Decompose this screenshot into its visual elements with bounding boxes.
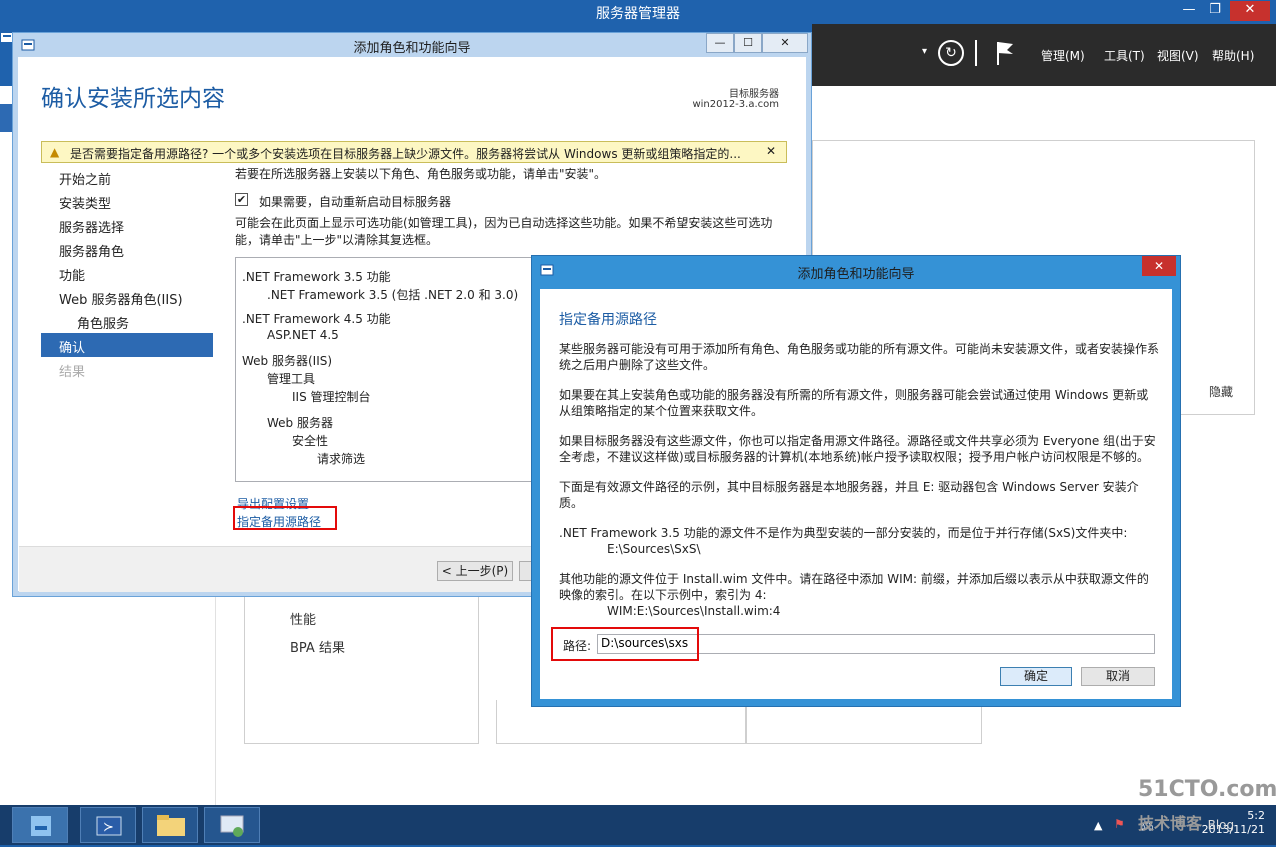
warning-close-icon[interactable]: ✕	[766, 144, 776, 158]
wim-description: 其他功能的源文件位于 Install.wim 文件中。请在路径中添加 WIM: …	[559, 572, 1149, 602]
tile-item-performance[interactable]: 性能	[290, 609, 316, 628]
dialog-paragraph: 某些服务器可能没有可用于添加所有角色、角色服务或功能的所有源文件。可能尚未安装源…	[559, 342, 1160, 372]
menu-help[interactable]: 帮助(H)	[1212, 47, 1254, 64]
step-role-services[interactable]: 角色服务	[77, 313, 129, 332]
feature-item: IIS 管理控制台	[292, 390, 371, 404]
dialog-paragraph: 下面是有效源文件路径的示例，其中目标服务器是本地服务器，并且 E: 驱动器包含 …	[559, 480, 1139, 510]
wizard-title: 添加角色和功能向导	[353, 41, 471, 56]
wizard-close-button[interactable]: ✕	[762, 33, 808, 53]
menu-view[interactable]: 视图(V)	[1157, 47, 1199, 64]
restart-checkbox[interactable]: ✔	[235, 193, 248, 206]
previous-button[interactable]: < 上一步(P)	[437, 561, 513, 581]
menu-tools[interactable]: 工具(T)	[1104, 47, 1145, 64]
feature-item: ASP.NET 4.5	[267, 328, 339, 342]
dialog-paragraph: .NET Framework 3.5 功能的源文件不是作为典型安装的一部分安装的…	[559, 525, 1159, 557]
wim-path-example: WIM:E:\Sources\Install.wim:4	[607, 604, 781, 618]
notifications-flag-icon[interactable]	[995, 40, 1015, 69]
dialog-paragraph: 其他功能的源文件位于 Install.wim 文件中。请在路径中添加 WIM: …	[559, 571, 1159, 619]
step-confirmation[interactable]: 确认	[59, 337, 85, 356]
dialog-heading: 指定备用源路径	[559, 312, 657, 328]
menu-manage[interactable]: 管理(M)	[1041, 47, 1085, 64]
tray-expand-icon[interactable]: ▲	[1094, 819, 1102, 832]
feature-item: Web 服务器	[267, 416, 333, 430]
ok-button[interactable]: 确定	[1000, 667, 1072, 686]
hide-link[interactable]: 隐藏	[1209, 383, 1233, 400]
highlight-box	[233, 506, 337, 530]
close-button[interactable]: ✕	[1230, 1, 1270, 21]
target-server-name: win2012-3.a.com	[692, 99, 779, 110]
minimize-button[interactable]: —	[1176, 1, 1202, 21]
feature-item: .NET Framework 4.5 功能	[242, 312, 391, 326]
restore-button[interactable]: ❐	[1202, 1, 1228, 21]
dialog-paragraph: 如果目标服务器没有这些源文件，你也可以指定备用源文件路径。源路径或文件共享必须为…	[559, 434, 1156, 464]
refresh-icon[interactable]: ↻	[938, 40, 964, 66]
step-server-roles[interactable]: 服务器角色	[59, 241, 124, 260]
dialog-close-button[interactable]: ✕	[1142, 256, 1176, 276]
dialog-content: 指定备用源路径 某些服务器可能没有可用于添加所有角色、角色服务或功能的所有源文件…	[540, 289, 1172, 699]
taskbar-powershell-icon[interactable]: ≻	[80, 807, 136, 843]
svg-text:≻: ≻	[103, 820, 114, 835]
taskbar: ≻ ▲ ⚑ 🖧 5:2 2013/11/21	[0, 805, 1276, 845]
sxs-description: .NET Framework 3.5 功能的源文件不是作为典型安装的一部分安装的…	[559, 526, 1128, 540]
wizard-minimize-button[interactable]: —	[706, 33, 734, 53]
optional-features-note: 可能会在此页面上显示可选功能(如管理工具)，因为已自动选择这些功能。如果不希望安…	[235, 216, 773, 247]
warning-text[interactable]: 是否需要指定备用源路径? 一个或多个安装选项在目标服务器上缺少源文件。服务器将尝…	[70, 145, 760, 162]
alternate-source-dialog: 添加角色和功能向导 ✕ 指定备用源路径 某些服务器可能没有可用于添加所有角色、角…	[531, 255, 1181, 707]
step-installation-type[interactable]: 安装类型	[59, 193, 111, 212]
taskbar-network-icon[interactable]	[204, 807, 260, 843]
nav-selected-indicator	[0, 104, 12, 132]
server-manager-title: 服务器管理器	[596, 6, 680, 22]
tray-action-center-icon[interactable]: ⚑	[1114, 817, 1125, 831]
target-server-label: 目标服务器	[729, 89, 779, 100]
step-results: 结果	[59, 365, 86, 380]
step-web-server-role[interactable]: Web 服务器角色(IIS)	[59, 289, 183, 308]
feature-item: 管理工具	[267, 372, 316, 386]
dashboard-tile-lower: 性能 BPA 结果	[244, 596, 479, 744]
wizard-titlebar: 添加角色和功能向导 — ☐ ✕	[13, 33, 811, 57]
server-manager-titlebar: 服务器管理器 — ❐ ✕	[0, 0, 1276, 24]
feature-item: .NET Framework 3.5 功能	[242, 270, 391, 284]
taskbar-explorer-icon[interactable]	[142, 807, 198, 843]
install-intro-text: 若要在所选服务器上安装以下角色、角色服务或功能，请单击"安装"。	[235, 167, 607, 181]
watermark-blog: Blog	[1207, 818, 1235, 832]
warning-bar: ▲ 是否需要指定备用源路径? 一个或多个安装选项在目标服务器上缺少源文件。服务器…	[41, 141, 787, 163]
sxs-path-example: E:\Sources\SxS\	[607, 542, 701, 556]
taskbar-server-manager-icon[interactable]	[12, 807, 68, 843]
feature-item: .NET Framework 3.5 (包括 .NET 2.0 和 3.0)	[267, 288, 519, 302]
step-server-selection[interactable]: 服务器选择	[59, 217, 124, 236]
highlight-box	[551, 627, 699, 661]
dialog-title: 添加角色和功能向导	[797, 267, 915, 282]
step-before-you-begin[interactable]: 开始之前	[59, 169, 111, 188]
watermark-subtitle: 技术博客 Blog	[1138, 810, 1234, 834]
feature-item: 请求筛选	[317, 452, 366, 466]
restart-checkbox-label[interactable]: 如果需要，自动重新启动目标服务器	[259, 193, 451, 210]
warning-icon: ▲	[50, 145, 60, 159]
watermark-text: 技术博客	[1138, 814, 1203, 833]
header-divider	[975, 40, 977, 66]
server-manager-header: ▾ ↻ 管理(M) 工具(T) 视图(V) 帮助(H)	[812, 24, 1276, 86]
watermark-logo: 51CTO.com	[1138, 777, 1276, 802]
wizard-heading: 确认安装所选内容	[41, 86, 225, 112]
dropdown-arrow-icon[interactable]: ▾	[922, 46, 927, 57]
feature-item: 安全性	[292, 434, 329, 448]
cancel-button[interactable]: 取消	[1081, 667, 1155, 686]
wizard-maximize-button[interactable]: ☐	[734, 33, 762, 53]
feature-item: Web 服务器(IIS)	[242, 354, 333, 368]
step-features[interactable]: 功能	[59, 265, 85, 284]
tile-item-bpa[interactable]: BPA 结果	[290, 637, 345, 656]
dialog-paragraph: 如果要在其上安装角色或功能的服务器没有所需的所有源文件，则服务器可能会尝试通过使…	[559, 388, 1149, 418]
